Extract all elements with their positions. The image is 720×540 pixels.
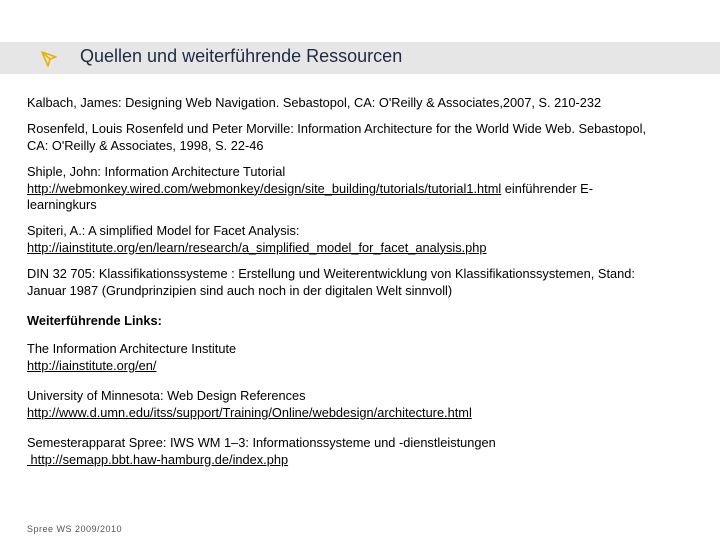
links-heading: Weiterführende Links: bbox=[27, 313, 162, 329]
link-title: The Information Architecture Institute bbox=[27, 341, 237, 357]
link-url[interactable]: http://semapp.bbt.haw-hamburg.de/index.p… bbox=[27, 452, 289, 467]
reference-text: Shiple, John: Information Architecture T… bbox=[27, 164, 286, 180]
link-umn: University of Minnesota: Web Design Refe… bbox=[27, 388, 657, 421]
reference-text: Rosenfeld, Louis Rosenfeld und Peter Mor… bbox=[27, 121, 647, 153]
reference-shiple: Shiple, John: Information Architecture T… bbox=[27, 164, 657, 213]
content: Kalbach, James: Designing Web Navigation… bbox=[27, 95, 657, 478]
reference-text: DIN 32 705: Klassifikationssysteme : Ers… bbox=[27, 266, 635, 298]
reference-spiteri: Spiteri, A.: A simplified Model for Face… bbox=[27, 223, 657, 256]
reference-link[interactable]: http://webmonkey.wired.com/webmonkey/des… bbox=[27, 181, 501, 196]
link-title: Semesterapparat Spree: IWS WM 1–3: Infor… bbox=[27, 435, 496, 451]
link-url[interactable]: http://iainstitute.org/en/ bbox=[27, 358, 156, 373]
reference-link[interactable]: http://iainstitute.org/en/learn/research… bbox=[27, 240, 487, 255]
link-iai: The Information Architecture Institute h… bbox=[27, 341, 657, 374]
link-title: University of Minnesota: Web Design Refe… bbox=[27, 388, 306, 404]
page-title: Quellen und weiterführende Ressourcen bbox=[80, 46, 403, 66]
arrow-check-icon bbox=[41, 51, 57, 67]
reference-kalbach: Kalbach, James: Designing Web Navigation… bbox=[27, 95, 657, 111]
link-url[interactable]: http://www.d.umn.edu/itss/support/Traini… bbox=[27, 405, 472, 420]
footer: Spree WS 2009/2010 bbox=[27, 524, 123, 534]
link-semapp: Semesterapparat Spree: IWS WM 1–3: Infor… bbox=[27, 435, 657, 468]
reference-din: DIN 32 705: Klassifikationssysteme : Ers… bbox=[27, 266, 657, 299]
reference-text: Spiteri, A.: A simplified Model for Face… bbox=[27, 223, 300, 239]
reference-text: Kalbach, James: Designing Web Navigation… bbox=[27, 95, 602, 110]
reference-rosenfeld: Rosenfeld, Louis Rosenfeld und Peter Mor… bbox=[27, 121, 657, 154]
